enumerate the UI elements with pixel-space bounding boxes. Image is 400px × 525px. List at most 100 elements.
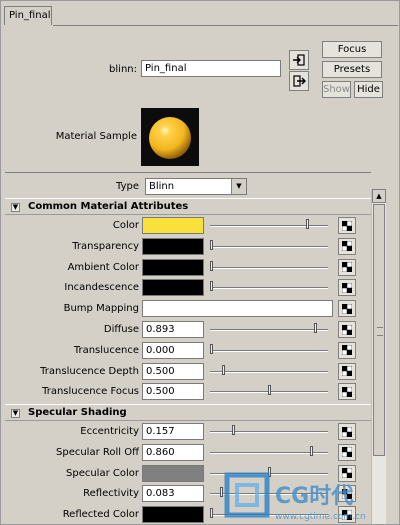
ambient-color-swatch[interactable] — [142, 258, 204, 276]
attribute-row-incandescence: Incandescence — [5, 277, 371, 298]
attribute-row-eccentricity: Eccentricity 0.157 — [5, 421, 371, 442]
incandescence-swatch[interactable] — [142, 279, 204, 297]
incandescence-map-button[interactable] — [338, 279, 356, 297]
cg-logo-icon: CG时代 www.cgtime.com.cn — [224, 472, 366, 522]
grip-icon — [377, 327, 383, 336]
checker-map-icon — [342, 241, 352, 252]
specular-roll-off-map-button[interactable] — [338, 443, 356, 461]
eccentricity-slider-handle[interactable] — [232, 425, 235, 435]
translucence-depth-slider-handle[interactable] — [222, 364, 225, 375]
checker-map-icon — [342, 303, 352, 314]
color-swatch[interactable] — [142, 217, 204, 234]
reflected-color-slider-handle[interactable] — [210, 508, 213, 519]
output-connections-button[interactable] — [289, 71, 309, 91]
translucence-map-button[interactable] — [338, 341, 356, 359]
checker-map-icon — [342, 220, 352, 231]
transparency-slider-handle[interactable] — [210, 239, 213, 250]
section-specular-shading[interactable]: ▼ Specular Shading — [5, 404, 371, 421]
eccentricity-map-button[interactable] — [338, 423, 356, 440]
material-sphere-icon — [149, 117, 191, 159]
ambient-color-slider-track[interactable] — [210, 266, 328, 269]
attribute-label: Eccentricity — [80, 426, 139, 437]
bump-mapping-field[interactable] — [142, 300, 333, 318]
translucence-depth-slider-track[interactable] — [210, 370, 328, 373]
attribute-label: Bump Mapping — [63, 303, 139, 315]
diffuse-map-button[interactable] — [338, 321, 356, 338]
color-map-button[interactable] — [338, 217, 356, 234]
transparency-slider-track[interactable] — [210, 245, 328, 248]
input-connections-button[interactable] — [289, 50, 309, 70]
eccentricity-slider-track[interactable] — [210, 431, 328, 433]
translucence-focus-map-button[interactable] — [338, 383, 356, 401]
scroll-up-icon[interactable]: ▲ — [372, 189, 386, 203]
attribute-row-translucence: Translucence 0.000 — [5, 340, 371, 361]
attribute-label: Incandescence — [64, 282, 139, 294]
collapse-arrow-icon: ▼ — [11, 409, 20, 418]
checker-map-icon — [342, 324, 352, 335]
attribute-label: Transparency — [72, 240, 139, 252]
eccentricity-input[interactable]: 0.157 — [142, 423, 204, 440]
hide-button[interactable]: Hide — [354, 81, 383, 98]
specular-color-swatch[interactable] — [142, 464, 204, 482]
checker-map-icon — [342, 386, 352, 397]
presets-button[interactable]: Presets — [322, 61, 382, 78]
checker-map-icon — [342, 345, 352, 356]
type-dropdown[interactable]: Blinn ▼ — [145, 178, 247, 195]
attribute-label: Diffuse — [103, 324, 139, 335]
section-common-material-attributes[interactable]: ▼ Common Material Attributes — [5, 198, 371, 215]
section-title: Specular Shading — [28, 407, 127, 418]
input-connections-icon — [293, 54, 305, 66]
incandescence-slider-track[interactable] — [210, 287, 328, 290]
translucence-depth-input[interactable]: 0.500 — [142, 362, 204, 380]
translucence-slider-handle[interactable] — [210, 343, 213, 354]
attribute-label: Color — [112, 220, 139, 231]
bump-mapping-map-button[interactable] — [338, 300, 356, 318]
watermark-url: www.cgtime.com.cn — [275, 512, 366, 522]
material-sample-label: Material Sample — [55, 131, 137, 142]
tab-pin-final[interactable]: Pin_final — [4, 6, 52, 25]
translucence-depth-map-button[interactable] — [338, 362, 356, 380]
checker-map-icon — [342, 426, 352, 437]
output-connections-icon — [293, 75, 306, 87]
attribute-label: Specular Roll Off — [56, 446, 139, 458]
focus-button[interactable]: Focus — [322, 41, 382, 58]
attribute-row-bump-mapping: Bump Mapping — [5, 298, 371, 319]
watermark: CG时代 www.cgtime.com.cn — [223, 469, 399, 524]
checker-map-icon — [342, 262, 352, 273]
attribute-label: Translucence Focus — [42, 386, 139, 398]
ambient-color-slider-handle[interactable] — [210, 260, 213, 271]
transparency-swatch[interactable] — [142, 237, 204, 255]
reflected-color-swatch[interactable] — [142, 506, 204, 524]
diffuse-slider-handle[interactable] — [314, 323, 317, 333]
chevron-down-icon: ▼ — [231, 179, 246, 194]
attribute-row-diffuse: Diffuse 0.893 — [5, 319, 371, 340]
node-name-field[interactable]: Pin_final — [141, 60, 281, 77]
transparency-map-button[interactable] — [338, 237, 356, 255]
translucence-slider-track[interactable] — [210, 349, 328, 352]
scroll-handle[interactable] — [373, 204, 385, 456]
attribute-label: Translucence Depth — [40, 365, 139, 377]
type-value: Blinn — [149, 181, 175, 192]
ambient-color-map-button[interactable] — [338, 258, 356, 276]
node-header: blinn: Pin_final Focus Presets Show Hide… — [1, 27, 399, 171]
type-label: Type — [116, 181, 139, 192]
incandescence-slider-handle[interactable] — [210, 281, 213, 292]
translucence-focus-slider-handle[interactable] — [268, 385, 271, 396]
diffuse-slider-track[interactable] — [210, 329, 328, 331]
node-type-label: blinn: — [109, 64, 137, 75]
show-button[interactable]: Show — [322, 81, 351, 98]
translucence-focus-input[interactable]: 0.500 — [142, 383, 204, 401]
translucence-input[interactable]: 0.000 — [142, 341, 204, 359]
specular-roll-off-slider-handle[interactable] — [310, 445, 313, 456]
attribute-editor-window: Pin_final blinn: Pin_final Focus Presets… — [0, 0, 400, 525]
reflectivity-input[interactable]: 0.083 — [142, 485, 204, 503]
diffuse-input[interactable]: 0.893 — [142, 321, 204, 338]
attribute-label: Reflectivity — [83, 488, 139, 500]
tab-divider — [53, 25, 398, 26]
specular-roll-off-input[interactable]: 0.860 — [142, 443, 204, 461]
color-slider-handle[interactable] — [306, 219, 309, 229]
attribute-row-color: Color — [5, 215, 371, 236]
collapse-arrow-icon: ▼ — [11, 203, 20, 212]
color-slider-track[interactable] — [210, 225, 328, 227]
attribute-label: Translucence — [73, 344, 139, 356]
